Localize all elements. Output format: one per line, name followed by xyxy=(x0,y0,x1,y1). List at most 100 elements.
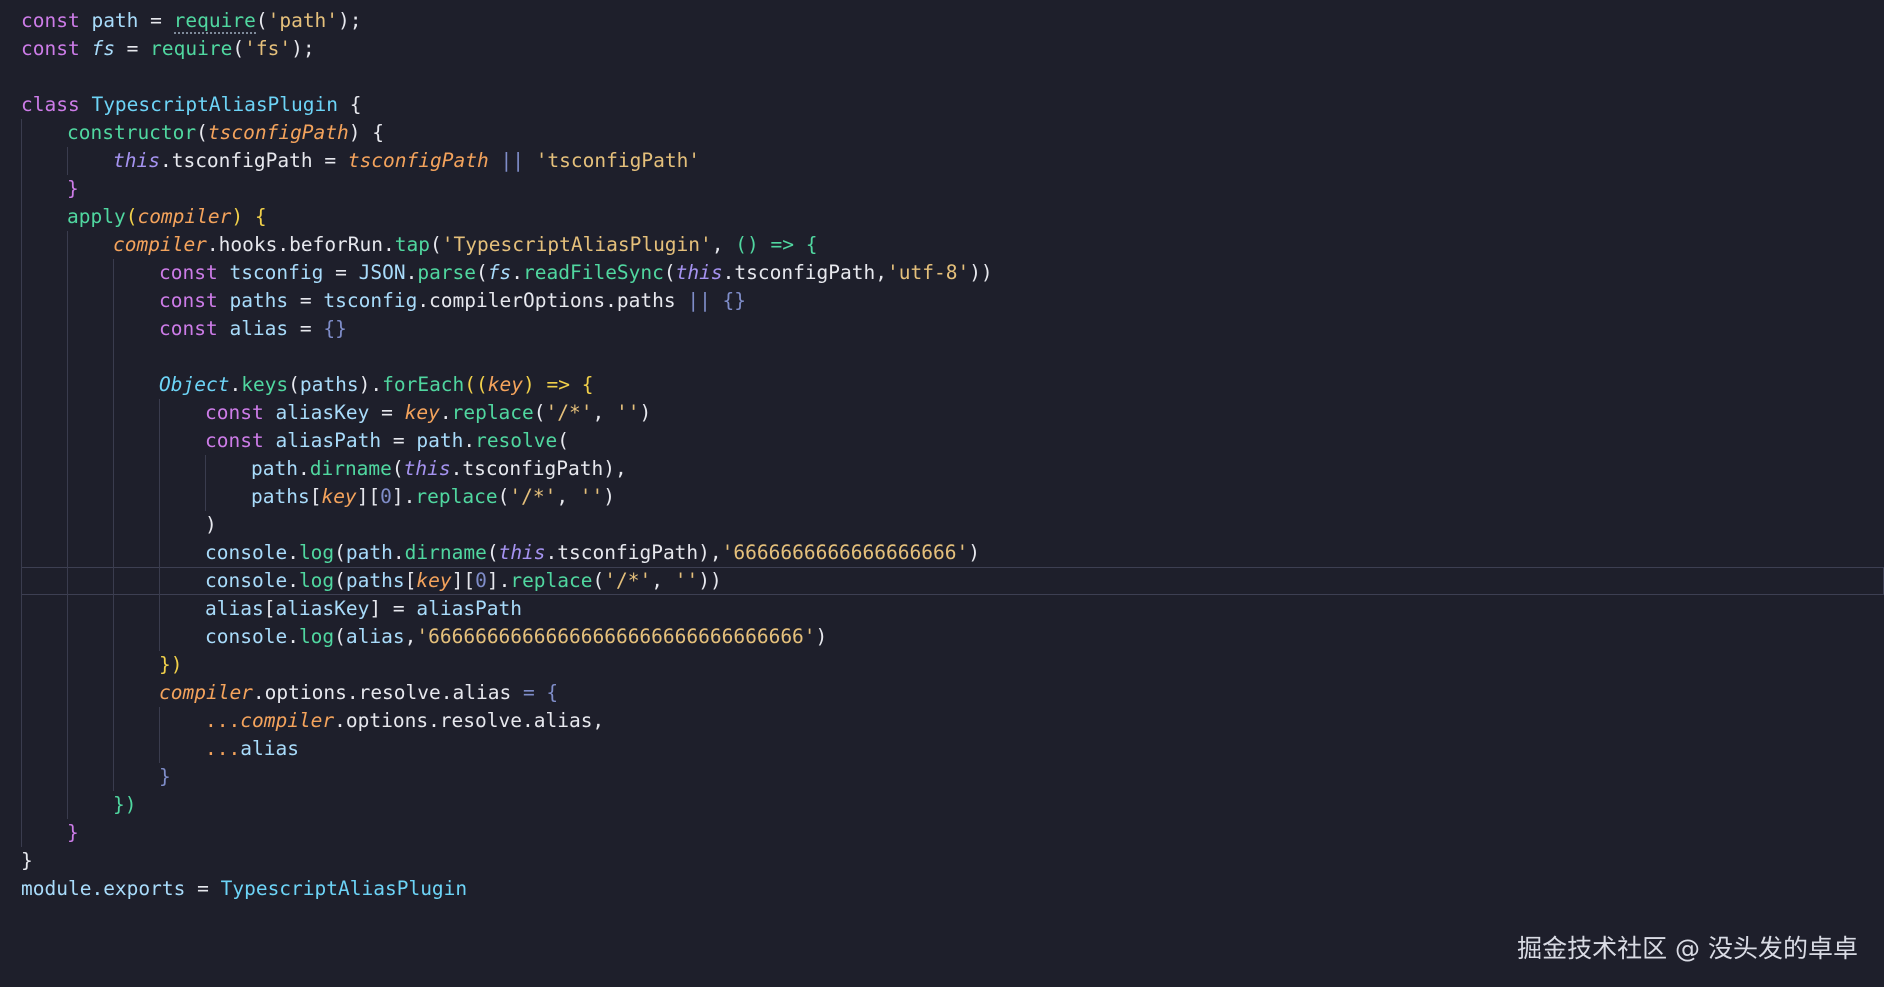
code-token: ( xyxy=(476,261,488,284)
code-token: alias xyxy=(240,737,299,760)
code-token: '' xyxy=(674,569,699,592)
code-line[interactable]: const aliasPath = path.resolve( xyxy=(21,427,569,455)
code-token: ( xyxy=(557,429,570,452)
code-token: log xyxy=(298,569,335,592)
code-token: 0 xyxy=(380,485,392,508)
code-line[interactable]: const tsconfig = JSON.parse(fs.readFileS… xyxy=(21,259,993,287)
code-token: ] xyxy=(369,597,382,620)
code-token: JSON xyxy=(358,261,406,284)
code-token: log xyxy=(298,625,335,648)
code-token: { xyxy=(338,93,362,116)
code-token: ( xyxy=(255,9,268,32)
code-token: forEach xyxy=(382,373,465,396)
code-line[interactable]: module.exports = TypescriptAliasPlugin xyxy=(21,875,467,903)
code-token: = xyxy=(185,877,221,900)
code-line[interactable]: const paths = tsconfig.compilerOptions.p… xyxy=(21,287,746,315)
code-token: console xyxy=(205,625,288,648)
code-token: [ xyxy=(263,597,276,620)
code-token: compiler xyxy=(137,205,232,228)
code-token: '6666666666666666666' xyxy=(721,541,969,564)
code-line[interactable]: }) xyxy=(21,651,182,679)
code-token: this xyxy=(403,457,451,480)
code-token: paths xyxy=(229,289,289,312)
code-token: dirname xyxy=(309,457,392,480)
code-token: compiler xyxy=(240,709,335,732)
code-line[interactable]: this.tsconfigPath = tsconfigPath || 'tsc… xyxy=(21,147,700,175)
code-token: const xyxy=(159,289,230,312)
code-line[interactable]: apply(compiler) { xyxy=(21,203,267,231)
code-token: = xyxy=(138,9,174,32)
code-line[interactable]: console.log(paths[key][0].replace('/*', … xyxy=(21,567,722,595)
code-token: ( xyxy=(497,485,510,508)
code-line[interactable]: } xyxy=(21,847,33,875)
code-token: . xyxy=(287,541,299,564)
code-line[interactable]: ) xyxy=(21,511,217,539)
code-line[interactable]: ...alias xyxy=(21,735,299,763)
code-editor[interactable]: const path = require('path'); const fs = … xyxy=(0,0,1884,987)
code-line[interactable]: } xyxy=(21,819,79,847)
code-line[interactable]: }) xyxy=(21,791,136,819)
code-line[interactable]: console.log(path.dirname(this.tsconfigPa… xyxy=(21,539,980,567)
code-token: resolve xyxy=(475,429,558,452)
code-line[interactable]: alias[aliasKey] = aliasPath xyxy=(21,595,522,623)
code-token: , xyxy=(404,625,417,648)
code-token: ( xyxy=(663,261,676,284)
code-line[interactable]: Object.keys(paths).forEach((key) => { xyxy=(21,371,593,399)
code-token: )) xyxy=(698,569,722,592)
code-line[interactable]: } xyxy=(21,763,171,791)
code-token: ... xyxy=(205,737,241,760)
code-token: .tsconfigPath xyxy=(450,457,604,480)
code-line[interactable]: const aliasKey = key.replace('/*', '') xyxy=(21,399,651,427)
code-line[interactable]: paths[key][0].replace('/*', '') xyxy=(21,483,615,511)
code-token: () => { xyxy=(735,233,818,256)
code-line[interactable]: class TypescriptAliasPlugin { xyxy=(21,91,361,119)
code-token: '/*' xyxy=(604,569,652,592)
code-token: 'TypescriptAliasPlugin' xyxy=(441,233,712,256)
code-token: = xyxy=(312,149,348,172)
code-token: key xyxy=(404,401,440,424)
code-token: = xyxy=(114,37,151,60)
code-token: console xyxy=(205,569,288,592)
code-line[interactable]: ...compiler.options.resolve.alias, xyxy=(21,707,604,735)
code-token: .hooks.beforRun. xyxy=(206,233,395,256)
code-token: , xyxy=(592,401,616,424)
code-line[interactable]: path.dirname(this.tsconfigPath), xyxy=(21,455,627,483)
code-token: }) xyxy=(159,653,183,676)
code-token: ); xyxy=(291,37,315,60)
code-token: log xyxy=(298,541,335,564)
code-token: paths xyxy=(299,373,359,396)
code-token: class xyxy=(21,93,92,116)
code-token: ) { xyxy=(348,121,385,144)
code-token: = xyxy=(323,261,359,284)
code-token: require xyxy=(173,9,256,34)
code-token: . xyxy=(297,457,310,480)
code-token: path xyxy=(416,429,464,452)
code-token: , xyxy=(556,485,580,508)
code-token: , xyxy=(651,569,675,592)
code-token: aliasKey xyxy=(275,597,370,620)
code-line[interactable]: compiler.hooks.beforRun.tap('TypescriptA… xyxy=(21,231,817,259)
code-token: .tsconfigPath xyxy=(159,149,313,172)
code-token: '66666666666666666666666666666666' xyxy=(416,625,816,648)
code-line[interactable]: compiler.options.resolve.alias = { xyxy=(21,679,558,707)
code-token: ( xyxy=(288,373,300,396)
code-token: fs xyxy=(91,37,115,60)
code-token: const xyxy=(205,429,276,452)
code-line[interactable]: const path = require('path'); xyxy=(21,7,362,35)
code-line[interactable]: const fs = require('fs'); xyxy=(21,35,315,63)
code-token: compiler xyxy=(159,681,253,704)
code-token: path xyxy=(91,9,139,32)
code-line[interactable]: } xyxy=(21,175,79,203)
code-token: = xyxy=(288,289,324,312)
code-token: alias xyxy=(345,625,405,648)
code-token: tap xyxy=(394,233,430,256)
code-line[interactable]: const alias = {} xyxy=(21,315,347,343)
code-token: alias xyxy=(229,317,289,340)
code-token: const xyxy=(21,37,92,60)
code-token: . xyxy=(511,261,524,284)
code-token: = xyxy=(369,401,405,424)
code-line[interactable]: constructor(tsconfigPath) { xyxy=(21,119,384,147)
code-token: .exports xyxy=(91,877,186,900)
code-line[interactable]: console.log(alias,'666666666666666666666… xyxy=(21,623,827,651)
code-token: = xyxy=(381,597,417,620)
